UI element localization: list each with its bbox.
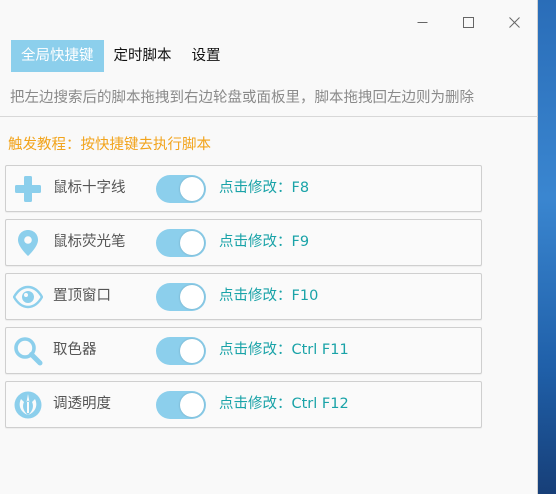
- hotkey-edit-link[interactable]: 点击修改：Ctrl F11: [219, 328, 349, 373]
- minimize-icon: [417, 21, 427, 23]
- minimize-button[interactable]: [399, 0, 445, 44]
- magnifier-icon: [13, 336, 43, 366]
- tab-scheduled-scripts[interactable]: 定时脚本: [104, 40, 182, 72]
- tab-settings[interactable]: 设置: [182, 40, 231, 72]
- hotkey-edit-link[interactable]: 点击修改：F10: [219, 274, 318, 319]
- enable-toggle[interactable]: [156, 337, 206, 365]
- tab-bar: 全局快捷键 定时脚本 设置: [11, 40, 231, 72]
- enable-toggle[interactable]: [156, 229, 206, 257]
- hotkey-edit-link[interactable]: 点击修改：F8: [219, 166, 309, 211]
- toggle-knob: [180, 393, 204, 417]
- enable-toggle[interactable]: [156, 391, 206, 419]
- toggle-knob: [180, 231, 204, 255]
- script-label: 鼠标荧光笔: [53, 234, 126, 250]
- header-divider: [0, 116, 538, 117]
- toggle-knob: [180, 177, 204, 201]
- script-row-pin-window: 置顶窗口 点击修改：F10: [5, 273, 482, 320]
- close-icon: [508, 16, 520, 28]
- hotkey-edit-link[interactable]: 点击修改：F9: [219, 220, 309, 265]
- enable-toggle[interactable]: [156, 175, 206, 203]
- window-caption-buttons: [399, 0, 537, 44]
- toggle-knob: [180, 339, 204, 363]
- script-row-highlighter: 鼠标荧光笔 点击修改：F9: [5, 219, 482, 266]
- tab-global-hotkeys[interactable]: 全局快捷键: [11, 40, 104, 72]
- hotkey-edit-link[interactable]: 点击修改：Ctrl F12: [219, 382, 349, 427]
- script-row-crosshair: 鼠标十字线 点击修改：F8: [5, 165, 482, 212]
- maximize-button[interactable]: [445, 0, 491, 44]
- app-window: 全局快捷键 定时脚本 设置 把左边搜索后的脚本拖拽到右边轮盘或面板里，脚本拖拽回…: [0, 0, 538, 494]
- script-label: 调透明度: [53, 396, 111, 412]
- desktop-background: [538, 0, 556, 494]
- rebel-emblem-icon: [13, 390, 43, 420]
- maximize-icon: [462, 16, 474, 28]
- script-label: 鼠标十字线: [53, 180, 126, 196]
- plus-icon: [13, 174, 43, 204]
- map-pin-icon: [13, 228, 43, 258]
- toggle-knob: [180, 285, 204, 309]
- script-row-color-picker: 取色器 点击修改：Ctrl F11: [5, 327, 482, 374]
- script-label: 置顶窗口: [53, 288, 111, 304]
- tutorial-text: 触发教程：按快捷键去执行脚本: [8, 137, 211, 153]
- close-button[interactable]: [491, 0, 537, 44]
- script-row-opacity: 调透明度 点击修改：Ctrl F12: [5, 381, 482, 428]
- enable-toggle[interactable]: [156, 283, 206, 311]
- script-label: 取色器: [53, 342, 97, 358]
- eye-icon: [13, 282, 43, 312]
- hotkey-script-list: 鼠标十字线 点击修改：F8 鼠标荧光笔 点击修改：F9 置顶窗口 点击修改：F1…: [5, 165, 482, 435]
- drag-hint-text: 把左边搜索后的脚本拖拽到右边轮盘或面板里，脚本拖拽回左边则为删除: [10, 90, 474, 106]
